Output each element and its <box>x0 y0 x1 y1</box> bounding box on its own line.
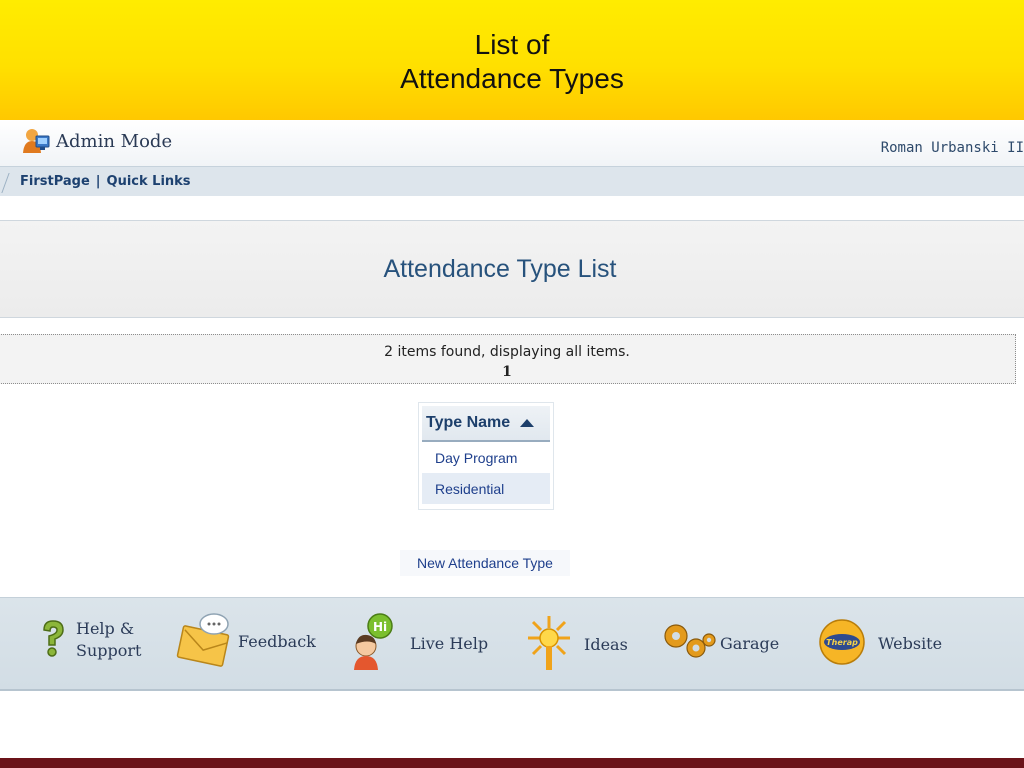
website-badge-icon: Therap <box>818 618 866 670</box>
page-title: Attendance Type List <box>383 254 617 283</box>
footer-help-line2: Support <box>76 641 142 660</box>
website-badge-text: Therap <box>826 638 858 647</box>
gears-icon <box>660 618 716 670</box>
attendance-type-table: Type Name Day Program Residential <box>418 402 554 510</box>
question-mark-icon <box>38 618 68 662</box>
slide-title-line1: List of <box>474 29 550 60</box>
lightbulb-icon <box>522 612 576 678</box>
envelope-icon <box>176 612 232 672</box>
nav-separator: | <box>95 174 101 189</box>
bottom-strip <box>0 758 1024 768</box>
footer-feedback[interactable]: Feedback <box>176 612 316 672</box>
footer-website-label: Website <box>878 634 943 653</box>
page-number: 1 <box>502 364 512 380</box>
table-row[interactable]: Day Program <box>422 442 550 473</box>
admin-user-icon <box>22 126 50 156</box>
footer-website[interactable]: Therap Website <box>818 618 942 670</box>
nav-first-page-link[interactable]: FirstPage <box>20 174 90 189</box>
column-header-label: Type Name <box>426 414 511 431</box>
footer-garage-label: Garage <box>720 634 780 653</box>
table-row[interactable]: Residential <box>422 473 550 504</box>
admin-header: Admin Mode Roman Urbanski II <box>0 120 1024 166</box>
footer-ideas[interactable]: Ideas <box>522 612 628 678</box>
user-name[interactable]: Roman Urbanski II <box>881 140 1024 156</box>
footer-ideas-label: Ideas <box>584 635 628 654</box>
title-panel: Attendance Type List <box>0 220 1024 318</box>
nav-bar: FirstPage | Quick Links <box>0 166 1024 196</box>
footer-help-support[interactable]: Help & Support <box>38 618 141 662</box>
new-attendance-type-link[interactable]: New Attendance Type <box>400 550 570 576</box>
footer-garage[interactable]: Garage <box>660 618 779 670</box>
slide-title-line2: Attendance Types <box>400 63 624 94</box>
footer-live-help[interactable]: Hi Live Help <box>350 612 488 676</box>
admin-mode-label: Admin Mode <box>56 130 173 152</box>
admin-mode: Admin Mode <box>22 126 172 156</box>
nav-quick-links[interactable]: Quick Links <box>107 174 191 189</box>
slide-title-banner: List of Attendance Types <box>0 0 1024 120</box>
column-header-type-name[interactable]: Type Name <box>422 406 550 442</box>
footer-feedback-label: Feedback <box>238 632 316 651</box>
items-found-bar: 2 items found, displaying all items. 1 <box>0 334 1016 384</box>
svg-text:Hi: Hi <box>373 620 387 634</box>
chat-person-icon: Hi <box>350 612 396 676</box>
sort-ascending-icon <box>520 419 535 427</box>
footer-help-line1: Help & <box>76 619 135 638</box>
footer-live-help-label: Live Help <box>410 634 489 653</box>
footer-toolbar: Help & Support Feedback Hi Live Help Ide… <box>0 597 1024 691</box>
items-found-text: 2 items found, displaying all items. <box>384 344 630 360</box>
nav-divider <box>0 173 10 193</box>
